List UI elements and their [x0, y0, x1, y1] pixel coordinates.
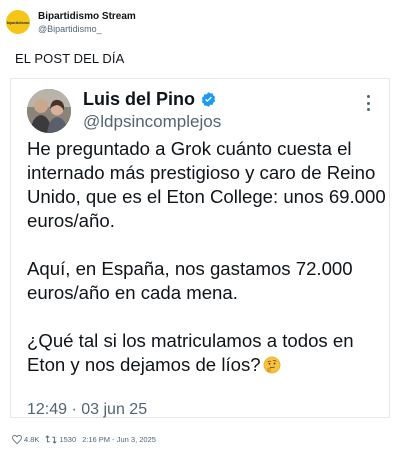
tweet-paragraph: He preguntado a Grok cuánto cuesta el in…	[27, 138, 386, 231]
post-header: bipartidismo Bipartidismo Stream @Bipart…	[3, 8, 397, 38]
retweet-count: 1530	[59, 434, 77, 444]
post-title: EL POST DEL DÍA	[15, 51, 125, 66]
tweet-paragraph: Aquí, en España, nos gastamos 72.000 eur…	[27, 258, 353, 303]
verified-badge-icon	[201, 92, 216, 107]
thinking-face-icon	[263, 356, 280, 374]
retweet-icon	[46, 434, 57, 444]
like-stat[interactable]: 4.8K	[12, 434, 40, 444]
tweet-author-name[interactable]: Luis del Pino	[83, 89, 195, 110]
retweet-stat[interactable]: 1530	[45, 435, 76, 444]
avatar-logo-text: bipartidismo	[6, 19, 30, 25]
avatar-photo-icon	[27, 89, 71, 133]
account-handle[interactable]: @Bipartidismo_	[38, 24, 102, 34]
embedded-tweet-card[interactable]: Luis del Pino @ldpsincomplejos He pregun…	[10, 78, 390, 418]
tweet-author-avatar[interactable]	[27, 89, 71, 133]
post-datetime: 2:16 PM - Jun 3, 2025	[82, 434, 156, 444]
tweet-paragraph-text: ¿Qué tal si los matriculamos a todos en …	[27, 330, 354, 375]
tweet-body: He preguntado a Grok cuánto cuesta el in…	[27, 137, 387, 377]
tweet-timestamp[interactable]: 12:49 · 03 jun 25	[27, 401, 147, 419]
account-name[interactable]: Bipartidismo Stream	[38, 11, 136, 22]
more-options-icon[interactable]	[361, 95, 375, 111]
like-count: 4.8K	[24, 434, 40, 444]
heart-icon	[12, 434, 22, 444]
tweet-paragraph-last: ¿Qué tal si los matriculamos a todos en …	[27, 329, 387, 377]
post-footer: 4.8K 1530 2:16 PM - Jun 3, 2025	[12, 432, 162, 446]
avatar[interactable]: bipartidismo	[6, 10, 30, 34]
tweet-author-handle[interactable]: @ldpsincomplejos	[83, 112, 221, 132]
